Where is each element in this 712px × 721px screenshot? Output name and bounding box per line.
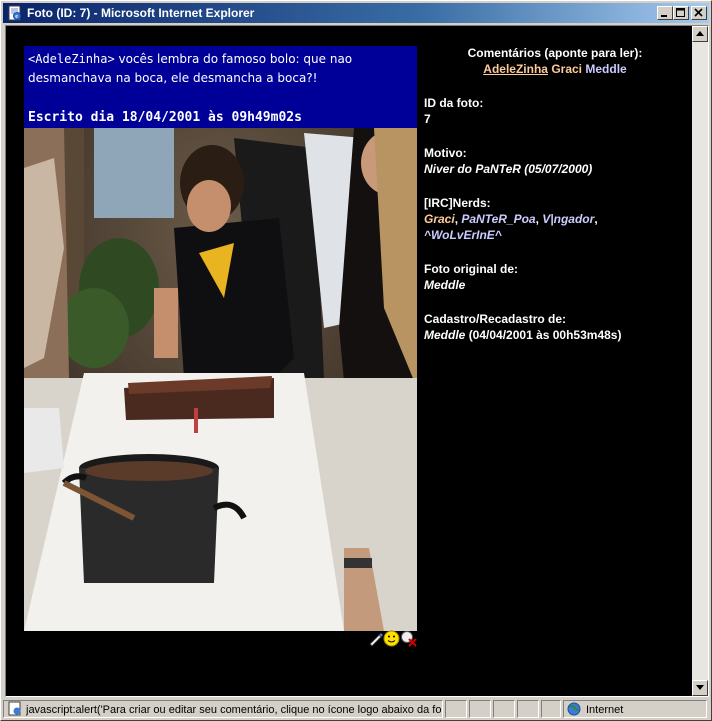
status-bar: javascript:alert('Para criar ou editar s… <box>3 699 709 719</box>
register-value: Meddle (04/04/2001 às 00h53m48s) <box>424 327 686 343</box>
maximize-button[interactable] <box>673 6 689 20</box>
arrow-up-icon <box>696 31 704 36</box>
original-value: Meddle <box>424 278 466 292</box>
status-panel-3 <box>493 700 515 718</box>
photo-id-section: ID da foto: 7 <box>424 95 686 127</box>
nerd-link-panter[interactable]: PaNTeR_Poa <box>461 212 535 226</box>
commenter-link-adelezinha[interactable]: AdeleZinha <box>483 62 548 76</box>
photo-id-label: ID da foto: <box>424 96 484 110</box>
register-label: Cadastro/Recadastro de: <box>424 312 567 326</box>
globe-icon <box>567 702 581 716</box>
register-name: Meddle <box>424 328 466 342</box>
security-zone-panel: Internet <box>563 700 707 718</box>
status-panel-5 <box>541 700 561 718</box>
ie-page-icon: e <box>8 5 21 21</box>
security-zone-label: Internet <box>586 704 624 716</box>
nerds-label: [IRC]Nerds: <box>424 196 491 210</box>
nerd-link-graci[interactable]: Graci <box>424 212 455 226</box>
original-section: Foto original de: Meddle <box>424 261 686 293</box>
comment-box: <AdeleZinha> vocês lembra do famoso bolo… <box>24 46 417 128</box>
nerds-section: [IRC]Nerds: Graci, PaNTeR_Poa, V|ngador,… <box>424 195 686 243</box>
comment-author: <AdeleZinha> <box>28 52 115 66</box>
edit-comment-icon[interactable] <box>368 631 384 647</box>
svg-text:e: e <box>15 14 18 20</box>
page-content: <AdeleZinha> vocês lembra do famoso bolo… <box>6 26 692 696</box>
nerd-link-wolverine[interactable]: ^WoLvErInE^ <box>424 228 502 242</box>
title-bar[interactable]: e Foto (ID: 7) - Microsoft Internet Expl… <box>3 3 709 23</box>
event-photo <box>24 128 417 631</box>
commenter-link-graci[interactable]: Graci <box>551 62 582 76</box>
browser-viewport: <AdeleZinha> vocês lembra do famoso bolo… <box>5 25 709 697</box>
status-text: javascript:alert('Para criar ou editar s… <box>26 704 441 716</box>
status-panel-4 <box>517 700 539 718</box>
motive-section: Motivo: Niver do PaNTeR (05/07/2000) <box>424 145 686 177</box>
scroll-up-button[interactable] <box>692 26 708 42</box>
comment-date: Escrito dia 18/04/2001 às 09h49m02s <box>28 110 302 125</box>
motive-label: Motivo: <box>424 146 467 160</box>
status-text-panel: javascript:alert('Para criar ou editar s… <box>3 700 443 718</box>
close-icon <box>694 8 703 17</box>
close-button[interactable] <box>691 6 707 20</box>
arrow-down-icon <box>696 685 704 690</box>
original-label: Foto original de: <box>424 262 518 276</box>
nerd-link-vingador[interactable]: V|ngador <box>542 212 594 226</box>
commenters-list: AdeleZinha Graci Meddle <box>424 61 686 77</box>
photo-info-panel: Comentários (aponte para ler): AdeleZinh… <box>424 45 686 343</box>
minimize-button[interactable] <box>657 6 673 20</box>
status-panel-2 <box>469 700 491 718</box>
delete-comment-icon[interactable] <box>400 630 418 647</box>
status-panel-1 <box>445 700 467 718</box>
vertical-scrollbar[interactable] <box>692 26 708 696</box>
photo-image <box>24 128 417 631</box>
minimize-icon <box>661 15 667 17</box>
nerds-list: Graci, PaNTeR_Poa, V|ngador, ^WoLvErInE^ <box>424 212 598 242</box>
comments-heading: Comentários (aponte para ler): <box>467 46 643 60</box>
scroll-down-button[interactable] <box>692 680 708 696</box>
window-title: Foto (ID: 7) - Microsoft Internet Explor… <box>27 6 255 20</box>
commenter-link-meddle[interactable]: Meddle <box>585 62 626 76</box>
motive-value: Niver do PaNTeR (05/07/2000) <box>424 162 593 176</box>
page-status-icon <box>8 701 21 716</box>
smiley-icon[interactable] <box>383 630 400 647</box>
maximize-icon <box>676 8 685 17</box>
photo-action-icons <box>368 630 418 648</box>
browser-window: e Foto (ID: 7) - Microsoft Internet Expl… <box>0 0 712 721</box>
photo-id-value: 7 <box>424 112 431 126</box>
register-date: (04/04/2001 às 00h53m48s) <box>468 328 622 342</box>
register-section: Cadastro/Recadastro de: Meddle (04/04/20… <box>424 311 686 343</box>
